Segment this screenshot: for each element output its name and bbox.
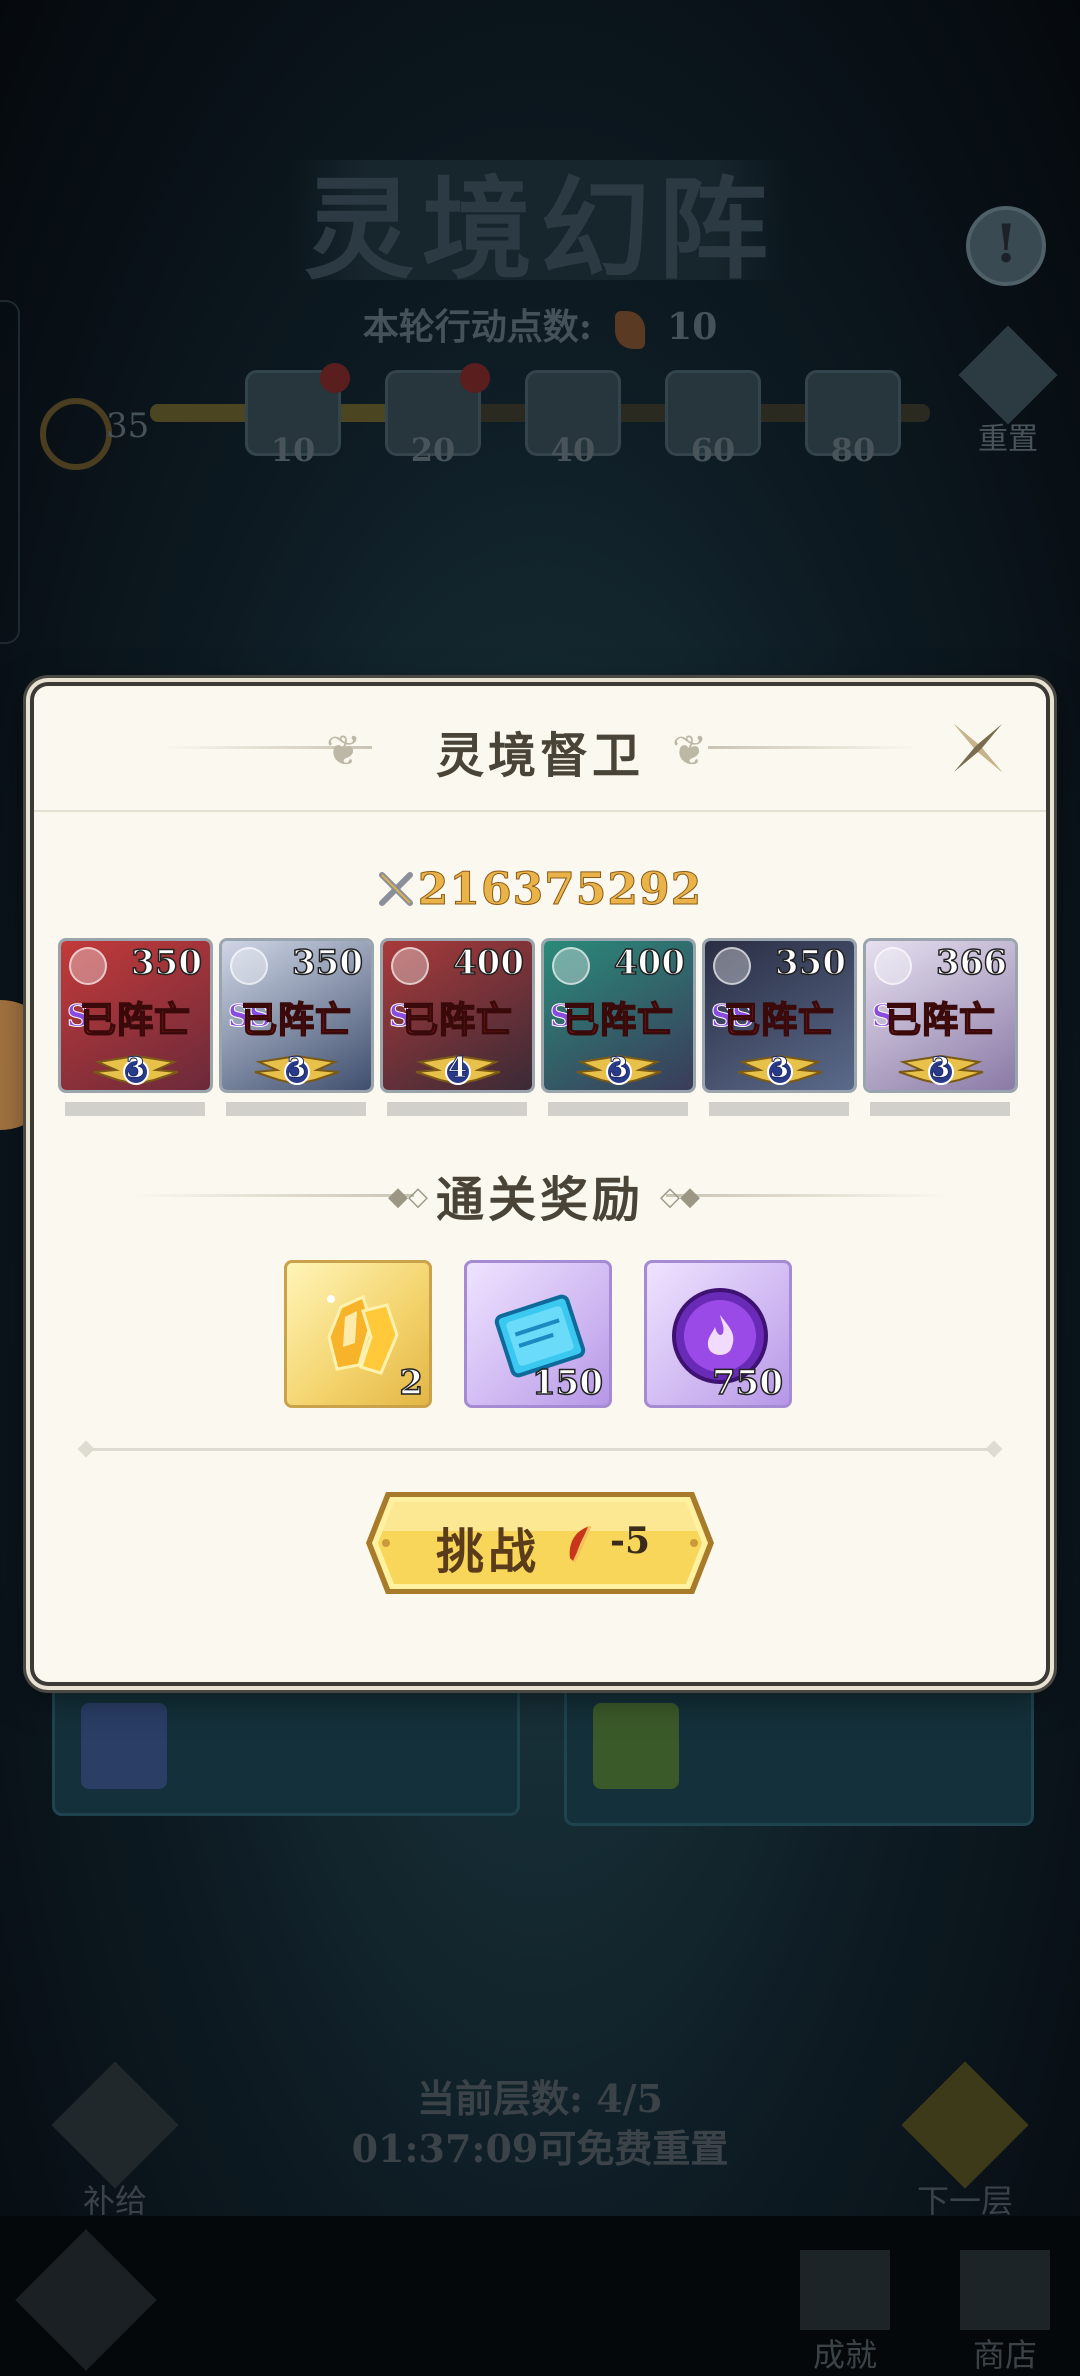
chest-progress: 35 10 20 40 60 80 重置 bbox=[0, 325, 1080, 490]
element-icon bbox=[874, 947, 912, 985]
chest-20[interactable]: 20 bbox=[385, 363, 490, 469]
next-floor-button[interactable]: 下一层 bbox=[900, 2061, 1030, 2222]
section-divider bbox=[84, 1448, 996, 1451]
feather-icon bbox=[569, 1525, 592, 1563]
hero-hp-bar bbox=[548, 1102, 688, 1116]
info-button[interactable]: ! bbox=[966, 206, 1046, 286]
boss-dialog: ❦ ❦ 灵境督卫 216375292 350 S 已阵亡 3 350 SS 已阵亡 3 400 S… bbox=[34, 686, 1046, 1682]
hero-hp-bar bbox=[65, 1102, 205, 1116]
achievement-button[interactable]: 成就 bbox=[790, 2250, 900, 2376]
right-node-panel[interactable] bbox=[564, 1680, 1034, 1826]
star-count: 3 bbox=[286, 1051, 307, 1085]
action-points-row: 本轮行动点数: 10 bbox=[0, 298, 1080, 350]
defeated-label: 已阵亡 bbox=[562, 998, 674, 1042]
hero-card[interactable]: 400 S 已阵亡 4 bbox=[380, 938, 535, 1093]
dialog-title: 灵境督卫 bbox=[435, 728, 644, 784]
node-thumbnail bbox=[593, 1703, 679, 1789]
crossed-swords-icon bbox=[901, 2061, 1029, 2189]
defeated-label: 已阵亡 bbox=[401, 998, 513, 1042]
hero-hp-bar bbox=[387, 1102, 527, 1116]
hero-card[interactable]: 350 SS 已阵亡 3 bbox=[702, 938, 857, 1093]
bar-chart-icon bbox=[800, 2250, 890, 2330]
key-icon bbox=[40, 398, 112, 470]
hero-level: 366 bbox=[935, 942, 1007, 984]
element-icon bbox=[230, 947, 268, 985]
reward-quantity: 750 bbox=[711, 1362, 783, 1404]
chest-80[interactable]: 80 bbox=[805, 370, 901, 469]
star-count: 3 bbox=[608, 1051, 629, 1085]
hero-level: 350 bbox=[774, 942, 846, 984]
action-points-value: 10 bbox=[667, 306, 718, 348]
star-count: 3 bbox=[769, 1051, 790, 1085]
key-count: 35 bbox=[106, 406, 150, 446]
defeated-label: 已阵亡 bbox=[884, 998, 996, 1042]
shop-icon bbox=[960, 2250, 1050, 2330]
hero-card[interactable]: 400 S 已阵亡 3 bbox=[541, 938, 696, 1093]
node-thumbnail bbox=[81, 1703, 167, 1789]
page-title: 灵境幻阵 bbox=[304, 165, 776, 294]
reward-quantity: 150 bbox=[531, 1362, 603, 1404]
bottom-bar bbox=[0, 2216, 1080, 2376]
combat-power-value: 216375292 bbox=[417, 864, 703, 916]
hero-card[interactable]: 366 S 已阵亡 3 bbox=[863, 938, 1018, 1093]
reward-item[interactable]: 150 bbox=[464, 1260, 612, 1408]
notification-dot bbox=[320, 363, 350, 393]
action-points-label: 本轮行动点数: bbox=[362, 306, 593, 348]
hero-hp-bar bbox=[226, 1102, 366, 1116]
hero-level: 400 bbox=[613, 942, 685, 984]
defeated-label: 已阵亡 bbox=[240, 998, 352, 1042]
hero-level: 350 bbox=[291, 942, 363, 984]
hero-hp-bar bbox=[870, 1102, 1010, 1116]
reset-icon bbox=[958, 325, 1058, 425]
close-icon bbox=[954, 724, 1002, 772]
challenge-cost: -5 bbox=[610, 1520, 650, 1562]
hero-level: 350 bbox=[130, 942, 202, 984]
shop-button[interactable]: 商店 bbox=[950, 2250, 1060, 2376]
reset-button[interactable]: 重置 bbox=[958, 325, 1058, 458]
chest-60[interactable]: 60 bbox=[665, 370, 761, 469]
combat-power: 216375292 bbox=[34, 864, 1046, 918]
feather-icon bbox=[614, 311, 645, 349]
hero-level: 400 bbox=[452, 942, 524, 984]
element-icon bbox=[391, 947, 429, 985]
defeated-label: 已阵亡 bbox=[723, 998, 835, 1042]
reward-item[interactable]: 750 bbox=[644, 1260, 792, 1408]
defeated-label: 已阵亡 bbox=[79, 998, 191, 1042]
element-icon bbox=[552, 947, 590, 985]
reward-item[interactable]: 2 bbox=[284, 1260, 432, 1408]
hero-hp-bar bbox=[709, 1102, 849, 1116]
star-count: 3 bbox=[930, 1051, 951, 1085]
chest-40[interactable]: 40 bbox=[525, 370, 621, 469]
element-icon bbox=[69, 947, 107, 985]
star-count: 3 bbox=[125, 1051, 146, 1085]
challenge-label: 挑战 bbox=[436, 1524, 541, 1580]
enemy-team: 350 S 已阵亡 3 350 SS 已阵亡 3 400 S 已阵亡 4 400 S 已阵亡 3 350 SS 已阵… bbox=[58, 938, 1022, 1118]
hero-card[interactable]: 350 S 已阵亡 3 bbox=[58, 938, 213, 1093]
dialog-header: ❦ ❦ 灵境督卫 bbox=[34, 686, 1046, 812]
close-button[interactable] bbox=[946, 716, 1010, 780]
notification-dot bbox=[460, 363, 490, 393]
rewards-title: 通关奖励 bbox=[435, 1172, 644, 1228]
element-icon bbox=[713, 947, 751, 985]
reward-quantity: 2 bbox=[399, 1362, 424, 1404]
left-node-panel[interactable] bbox=[52, 1680, 520, 1816]
crossed-swords-icon bbox=[378, 867, 414, 918]
challenge-button[interactable]: 挑战 -5 bbox=[364, 1486, 716, 1600]
chest-10[interactable]: 10 bbox=[245, 363, 350, 469]
hero-card[interactable]: 350 SS 已阵亡 3 bbox=[219, 938, 374, 1093]
star-count: 4 bbox=[447, 1051, 468, 1085]
